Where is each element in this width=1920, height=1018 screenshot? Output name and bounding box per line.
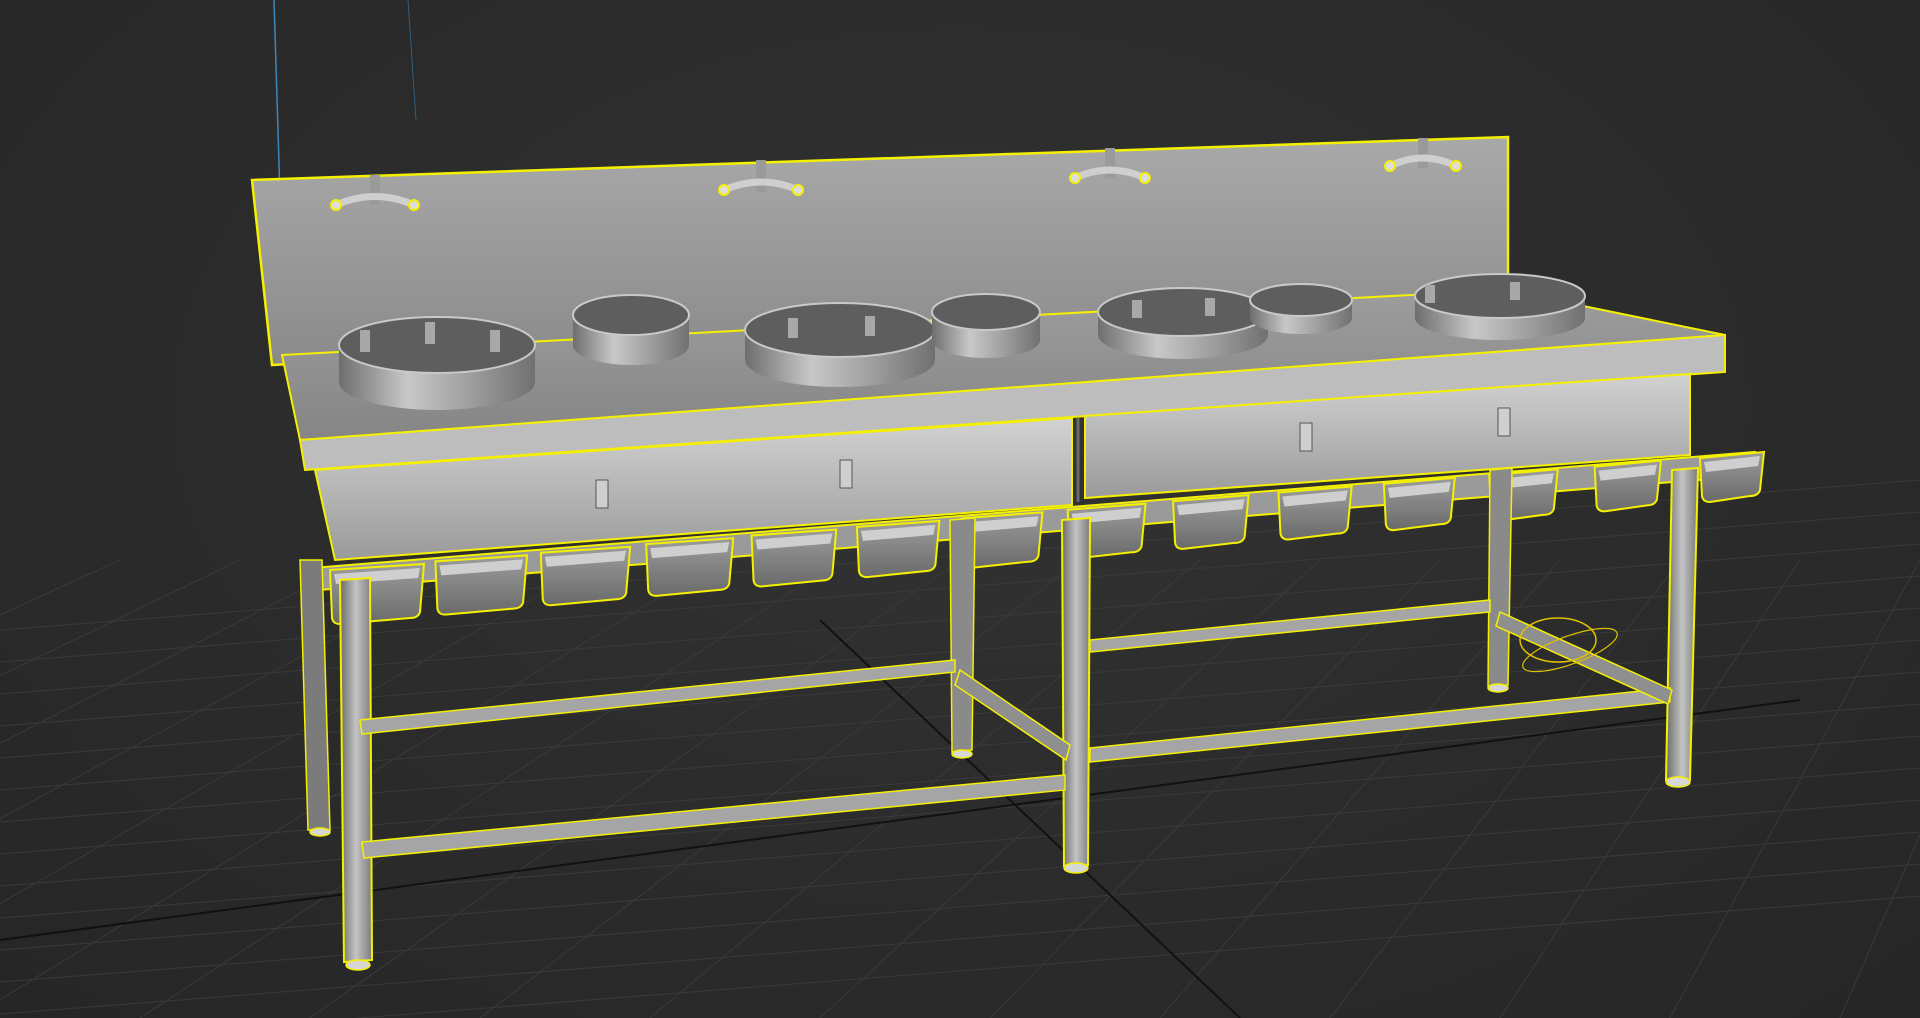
leg-back-middle[interactable]	[949, 517, 976, 753]
crossbar-upper-right[interactable]	[1089, 599, 1491, 653]
burner-ring-3[interactable]	[744, 302, 936, 387]
grid-line	[351, 895, 1920, 1018]
grid-line	[0, 559, 601, 905]
grid-line	[0, 831, 1920, 983]
burner-ring-5[interactable]	[1097, 287, 1269, 359]
grid-line	[139, 559, 841, 1018]
grid-line	[0, 863, 1920, 1015]
grid-line	[0, 559, 241, 677]
valve-knob-1[interactable]	[595, 479, 609, 509]
frame-crossbars[interactable]	[359, 599, 1673, 859]
burner-ring-7[interactable]	[1414, 273, 1586, 340]
leg-front-middle[interactable]	[1060, 516, 1092, 868]
crossbar-upper-left[interactable]	[359, 659, 956, 735]
valve-knob-3[interactable]	[1299, 422, 1313, 452]
burner-ring-4[interactable]	[931, 293, 1041, 358]
crossbar-diagonal-right[interactable]	[1495, 610, 1673, 706]
leg-back-left[interactable]	[299, 559, 331, 831]
grid-line	[0, 799, 1920, 951]
burner-ring-6[interactable]	[1249, 283, 1353, 334]
grid-line	[1669, 559, 1920, 1018]
leg-front-left[interactable]	[338, 576, 374, 964]
viewport-canvas[interactable]	[0, 0, 1920, 1018]
leg-front-right[interactable]	[1664, 466, 1700, 781]
burner-ring-2[interactable]	[572, 294, 690, 365]
valve-knob-2[interactable]	[839, 459, 853, 489]
wok-range-model[interactable]	[250, 135, 1766, 971]
leg-back-right[interactable]	[1487, 467, 1513, 687]
3d-viewport[interactable]	[0, 0, 1920, 1018]
grid-axis-x	[0, 699, 1801, 941]
valve-knob-4[interactable]	[1497, 407, 1511, 437]
world-z-axis-2	[407, 0, 417, 121]
grid-line	[1839, 833, 1920, 1018]
burner-ring-1[interactable]	[338, 316, 536, 410]
grid-line	[309, 559, 961, 1018]
crossbar-lower-right[interactable]	[1089, 687, 1671, 763]
